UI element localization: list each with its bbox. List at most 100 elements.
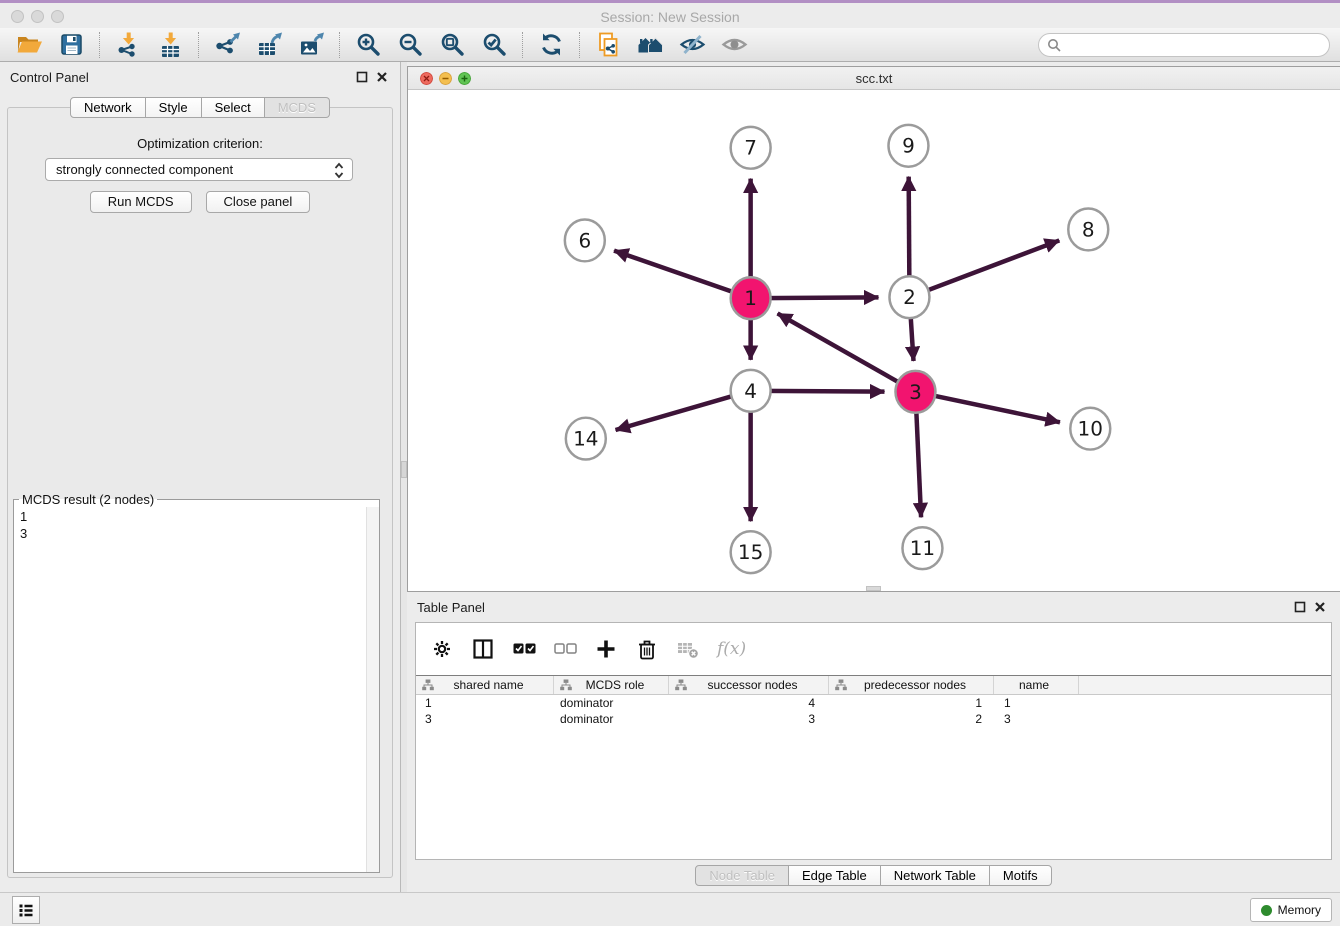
column-header-predecessor-nodes[interactable]: predecessor nodes [829,676,994,694]
edge-3-10[interactable] [915,392,1060,422]
function-builder-button[interactable]: f(x) [717,637,746,661]
graph-node-label-1: 1 [744,286,757,310]
cell-0-3[interactable]: 1 [829,695,994,711]
tab-network[interactable]: Network [70,97,146,118]
tab-network-table[interactable]: Network Table [881,865,990,886]
hide-selected-button[interactable] [671,30,713,60]
table-row-0[interactable]: 1dominator411 [416,695,1331,711]
tab-style[interactable]: Style [146,97,202,118]
column-header-successor-nodes[interactable]: successor nodes [669,676,829,694]
add-column-button[interactable] [594,637,618,661]
export-image-icon [298,31,325,58]
search-icon [1047,38,1061,52]
eye-slash-icon [679,31,706,58]
edge-3-1[interactable] [778,313,916,391]
delete-table-button[interactable] [676,637,700,661]
cell-1-4[interactable]: 3 [994,711,1079,727]
graph-node-label-3: 3 [909,380,922,404]
cell-0-2[interactable]: 4 [669,695,829,711]
network-window-titlebar[interactable]: scc.txt [408,67,1340,90]
memory-button[interactable]: Memory [1250,898,1332,922]
save-floppy-icon [58,31,85,58]
search-input[interactable] [1061,36,1329,54]
cell-1-1[interactable]: dominator [554,711,669,727]
mcds-result-list: 13 [14,507,379,872]
tab-mcds[interactable]: MCDS [265,97,330,118]
tab-select[interactable]: Select [202,97,265,118]
import-network-button[interactable] [107,30,149,60]
cell-0-4[interactable]: 1 [994,695,1079,711]
export-image-button[interactable] [290,30,332,60]
edge-1-6[interactable] [614,251,751,299]
save-session-button[interactable] [50,30,92,60]
select-all-button[interactable] [512,637,536,661]
table-settings-button[interactable] [430,637,454,661]
tab-node-table[interactable]: Node Table [695,865,789,886]
apply-layout-home-button[interactable] [629,30,671,60]
graph-node-label-4: 4 [744,379,757,403]
float-panel-icon[interactable] [356,71,368,83]
application-window: Session: New Session [0,0,1340,926]
graph-node-label-11: 11 [910,536,935,560]
delete-column-button[interactable] [635,637,659,661]
cell-0-1[interactable]: dominator [554,695,669,711]
eye-icon [721,31,748,58]
cell-1-3[interactable]: 2 [829,711,994,727]
zoom-in-button[interactable] [347,30,389,60]
toggle-column-view-button[interactable] [471,637,495,661]
float-table-panel-icon[interactable] [1294,601,1306,613]
toolbar-separator [339,32,340,58]
export-network-button[interactable] [206,30,248,60]
mcds-result-item-1[interactable]: 3 [20,525,373,542]
mcds-panel: Optimization criterion: strongly connect… [7,107,393,878]
zoom-out-button[interactable] [389,30,431,60]
close-panel-button[interactable]: Close panel [206,191,311,213]
network-canvas[interactable]: 1234678910111415 [408,90,1340,591]
column-header-name[interactable]: name [994,676,1079,694]
zoom-in-icon [355,31,382,58]
column-header-mcds-role[interactable]: MCDS role [554,676,669,694]
cell-1-0[interactable]: 3 [416,711,554,727]
refresh-view-button[interactable] [530,30,572,60]
checked-boxes-icon [513,638,536,660]
tab-motifs[interactable]: Motifs [990,865,1052,886]
mcds-result-item-0[interactable]: 1 [20,508,373,525]
show-all-button[interactable] [713,30,755,60]
cell-0-0[interactable]: 1 [416,695,554,711]
table-body: 1dominator4113dominator323 [416,695,1331,727]
export-table-button[interactable] [248,30,290,60]
fx-icon: f(x) [717,639,746,659]
toolbar-separator [198,32,199,58]
open-session-button[interactable] [8,30,50,60]
column-label: predecessor nodes [847,678,993,692]
graph-node-label-9: 9 [902,134,915,158]
memory-status-icon [1261,905,1272,916]
zoom-fit-button[interactable] [431,30,473,60]
canvas-resize-grip[interactable] [866,586,881,591]
clone-network-button[interactable] [587,30,629,60]
panel-divider[interactable] [400,62,407,892]
zoom-selected-button[interactable] [473,30,515,60]
column-type-icon [835,679,847,691]
table-row-1[interactable]: 3dominator323 [416,711,1331,727]
run-mcds-button[interactable]: Run MCDS [90,191,192,213]
tab-edge-table[interactable]: Edge Table [789,865,881,886]
table-panel-title: Table Panel [417,600,485,615]
close-panel-icon[interactable] [376,71,388,83]
close-table-panel-icon[interactable] [1314,601,1326,613]
network-graph[interactable]: 1234678910111415 [408,90,1340,591]
import-table-button[interactable] [149,30,191,60]
control-panel-title: Control Panel [10,70,89,85]
column-label: successor nodes [687,678,828,692]
result-scrollbar[interactable] [366,507,379,872]
graph-node-label-2: 2 [903,285,916,309]
criterion-dropdown[interactable]: strongly connected component [45,158,353,181]
edge-2-8[interactable] [909,240,1059,297]
deselect-all-button[interactable] [553,637,577,661]
task-history-button[interactable] [12,896,40,924]
column-header-shared-name[interactable]: shared name [416,676,554,694]
list-icon [16,900,36,920]
criterion-value: strongly connected component [56,162,233,177]
search-box[interactable] [1038,33,1330,57]
cell-1-2[interactable]: 3 [669,711,829,727]
